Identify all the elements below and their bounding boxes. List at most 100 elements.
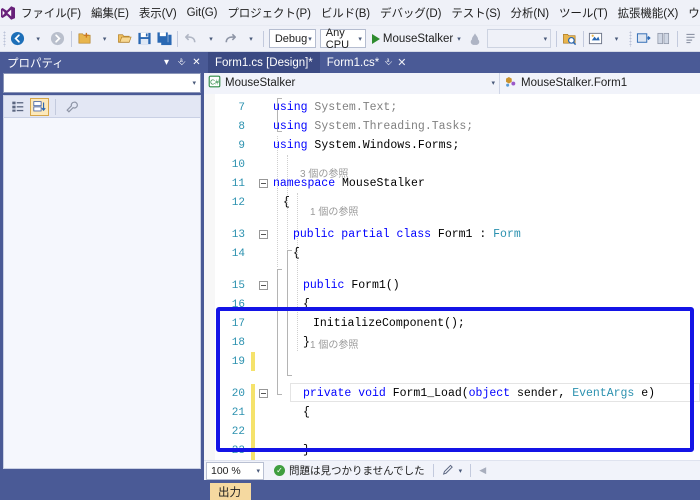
menu-item-view[interactable]: 表示(V) — [134, 2, 182, 24]
code-line[interactable]: 10 — [204, 155, 700, 174]
redo-button[interactable] — [220, 29, 240, 49]
pin-icon[interactable]: ⎀ — [174, 57, 189, 68]
code-line[interactable]: 18} — [204, 333, 700, 352]
menu-item-debug[interactable]: デバッグ(D) — [375, 2, 446, 24]
start-debug-button[interactable]: MouseStalker ▾ — [368, 29, 465, 49]
code-line[interactable]: 16 { — [204, 295, 700, 314]
editor-zoom-select[interactable]: 100 % ▾ — [206, 461, 264, 480]
navigate-backward-button[interactable] — [8, 29, 28, 49]
save-button[interactable] — [134, 29, 154, 49]
code-line[interactable]: 13 public partial class Form1 : Form — [204, 225, 700, 244]
toolbar-grip[interactable] — [3, 30, 6, 47]
line-number: 10 — [231, 158, 245, 171]
navigate-forward-button[interactable] — [48, 29, 68, 49]
menu-item-git[interactable]: Git(G) — [182, 4, 223, 22]
code-line[interactable]: 15 public Form1() — [204, 276, 700, 295]
code-line[interactable]: 20 private void Form1_Load(object sender,… — [204, 384, 700, 403]
pin-icon[interactable]: ⎀ — [384, 57, 392, 68]
close-icon[interactable]: ✕ — [189, 57, 204, 68]
events-wrench-icon[interactable] — [62, 98, 81, 116]
code-text: } — [301, 444, 310, 457]
codelens-method-references[interactable]: 1 個の参照 — [310, 336, 358, 351]
menu-item-window[interactable]: ウィンドウ(W) — [683, 2, 700, 24]
change-bar — [251, 295, 255, 314]
build-platform-select[interactable]: Any CPU ▾ — [319, 27, 366, 51]
codelens-constructor-references[interactable]: 1 個の参照 — [310, 203, 358, 218]
code-line[interactable]: 11 namespace MouseStalker — [204, 174, 700, 193]
undo-dropdown[interactable]: ▾ — [200, 29, 220, 49]
code-line[interactable]: 19 — [204, 352, 700, 371]
menu-item-build[interactable]: ビルド(B) — [316, 2, 375, 24]
navigate-backward-dropdown[interactable]: ▾ — [28, 29, 48, 49]
build-configuration-select[interactable]: Debug ▾ — [268, 29, 316, 48]
navbar-member-select[interactable]: MouseStalker.Form1 — [500, 72, 700, 94]
chevron-down-icon[interactable]: ▾ — [159, 57, 174, 68]
pen-icon[interactable] — [442, 463, 455, 479]
code-line[interactable]: 8 using System.Threading.Tasks; — [204, 117, 700, 136]
change-bar — [251, 352, 255, 371]
code-text: using System.Windows.Forms; — [271, 139, 459, 152]
close-icon[interactable]: ✕ — [397, 56, 406, 69]
code-token: using — [273, 120, 308, 133]
code-token: { — [283, 196, 290, 209]
output-window-button[interactable] — [680, 29, 700, 49]
code-line[interactable]: 7 using System.Text; — [204, 98, 700, 117]
menu-item-file[interactable]: ファイル(F) — [16, 2, 86, 24]
code-token: Form1 — [431, 228, 480, 241]
code-line[interactable]: 21 { — [204, 403, 700, 422]
code-line[interactable]: 17 InitializeComponent(); — [204, 314, 700, 333]
toolbox-button[interactable] — [634, 29, 654, 49]
properties-window-button[interactable] — [586, 29, 606, 49]
editor-issues-text[interactable]: 問題は見つかりませんでした — [289, 463, 425, 478]
codelens-class-references[interactable]: 3 個の参照 — [300, 165, 348, 180]
properties-window-dropdown[interactable]: ▾ — [606, 29, 626, 49]
navbar-project-select[interactable]: C# MouseStalker ▾ — [204, 72, 500, 94]
status-separator — [470, 464, 472, 477]
nav-back-icon[interactable]: ◀ — [479, 465, 486, 476]
properties-grid[interactable] — [3, 117, 201, 469]
fold-collapse-icon[interactable] — [255, 388, 271, 399]
fold-collapse-icon[interactable] — [255, 280, 271, 291]
code-line[interactable]: 9 using System.Windows.Forms; — [204, 136, 700, 155]
properties-object-select[interactable]: ▾ — [3, 73, 201, 93]
fold-collapse-icon[interactable] — [255, 229, 271, 240]
toolbar-search-input[interactable]: ▾ — [486, 29, 552, 48]
code-token: Form1_Load( — [385, 387, 469, 400]
menu-item-test[interactable]: テスト(S) — [446, 2, 505, 24]
code-line[interactable]: 23} — [204, 441, 700, 460]
open-file-button[interactable] — [114, 29, 134, 49]
alphabetical-sort-icon[interactable] — [30, 97, 49, 116]
editor-region: Form1.cs [Design]* Form1.cs* ⎀ ✕ C# Mous… — [204, 52, 700, 480]
properties-pane: プロパティ ▾ ⎀ ✕ ▾ — [0, 52, 204, 480]
error-list-button[interactable] — [654, 29, 674, 49]
toolbar-grip[interactable] — [628, 30, 632, 47]
code-text: { — [301, 406, 310, 419]
code-line[interactable]: 22 — [204, 422, 700, 441]
code-text: } — [301, 336, 310, 349]
save-all-button[interactable] — [154, 29, 174, 49]
code-line[interactable]: 12 { — [204, 193, 700, 212]
tab-form1-cs[interactable]: Form1.cs* ⎀ ✕ — [319, 52, 414, 73]
fold-collapse-icon[interactable] — [255, 178, 271, 189]
code-token: e) — [634, 387, 656, 400]
menu-item-extensions[interactable]: 拡張機能(X) — [613, 2, 684, 24]
redo-dropdown[interactable]: ▾ — [240, 29, 260, 49]
tab-output[interactable]: 出力 — [210, 483, 251, 500]
categorized-view-icon[interactable] — [8, 98, 27, 116]
tab-form1-design[interactable]: Form1.cs [Design]* — [208, 52, 320, 73]
menu-item-analyze[interactable]: 分析(N) — [506, 2, 554, 24]
code-editor-surface[interactable]: 7 using System.Text; 8 using System.Threadi… — [204, 94, 700, 460]
solution-explorer-button[interactable] — [560, 29, 580, 49]
new-project-dropdown[interactable]: ▾ — [94, 29, 114, 49]
new-project-button[interactable] — [74, 29, 94, 49]
change-bar — [251, 117, 255, 136]
menu-item-edit[interactable]: 編集(E) — [86, 2, 134, 24]
menu-item-project[interactable]: プロジェクト(P) — [222, 2, 315, 24]
change-bar — [251, 98, 255, 117]
undo-button[interactable] — [180, 29, 200, 49]
chevron-down-icon[interactable]: ▾ — [459, 467, 463, 475]
code-line[interactable]: 14 { — [204, 244, 700, 263]
hot-reload-button[interactable] — [465, 29, 485, 49]
chevron-down-icon: ▾ — [256, 467, 260, 475]
menu-item-tools[interactable]: ツール(T) — [554, 2, 613, 24]
